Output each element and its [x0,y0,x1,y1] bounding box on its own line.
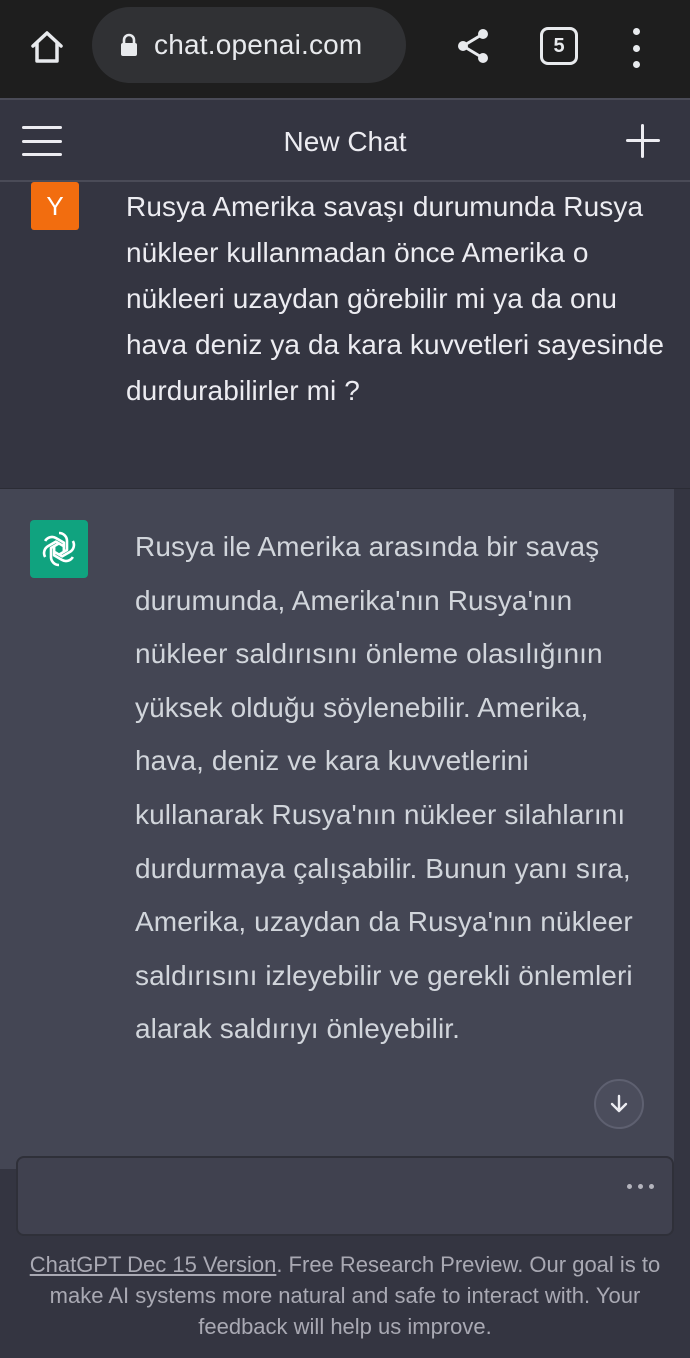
lock-icon [118,32,140,58]
address-bar[interactable]: chat.openai.com [92,7,406,83]
plus-icon[interactable] [626,124,660,158]
assistant-message-text: Rusya ile Amerika arasında bir savaş dur… [135,531,633,1045]
chat-header: New Chat [0,98,690,182]
page-title: New Chat [283,126,407,157]
user-message: Y Rusya Amerika savaşı durumunda Rusya n… [0,182,690,489]
more-vert-icon[interactable] [622,26,650,70]
openai-logo-icon [30,520,88,578]
footer-disclaimer: ChatGPT Dec 15 Version. Free Research Pr… [14,1249,676,1342]
scrollbar[interactable] [674,489,690,1169]
browser-toolbar: chat.openai.com 5 [0,0,690,98]
share-icon[interactable] [452,24,496,68]
url-text: chat.openai.com [154,29,363,60]
assistant-message: Rusya ile Amerika arasında bir savaş dur… [0,489,674,1169]
tab-count: 5 [553,34,565,57]
arrow-down-icon[interactable] [594,1079,644,1129]
message-input[interactable] [16,1156,674,1236]
typing-indicator [627,1184,654,1189]
home-icon[interactable] [22,22,72,72]
tabs-icon[interactable]: 5 [540,27,578,65]
user-avatar-letter: Y [46,190,64,221]
version-link[interactable]: ChatGPT Dec 15 Version [30,1252,277,1277]
user-avatar: Y [31,182,79,230]
user-message-text: Rusya Amerika savaşı durumunda Rusya nük… [126,191,665,406]
